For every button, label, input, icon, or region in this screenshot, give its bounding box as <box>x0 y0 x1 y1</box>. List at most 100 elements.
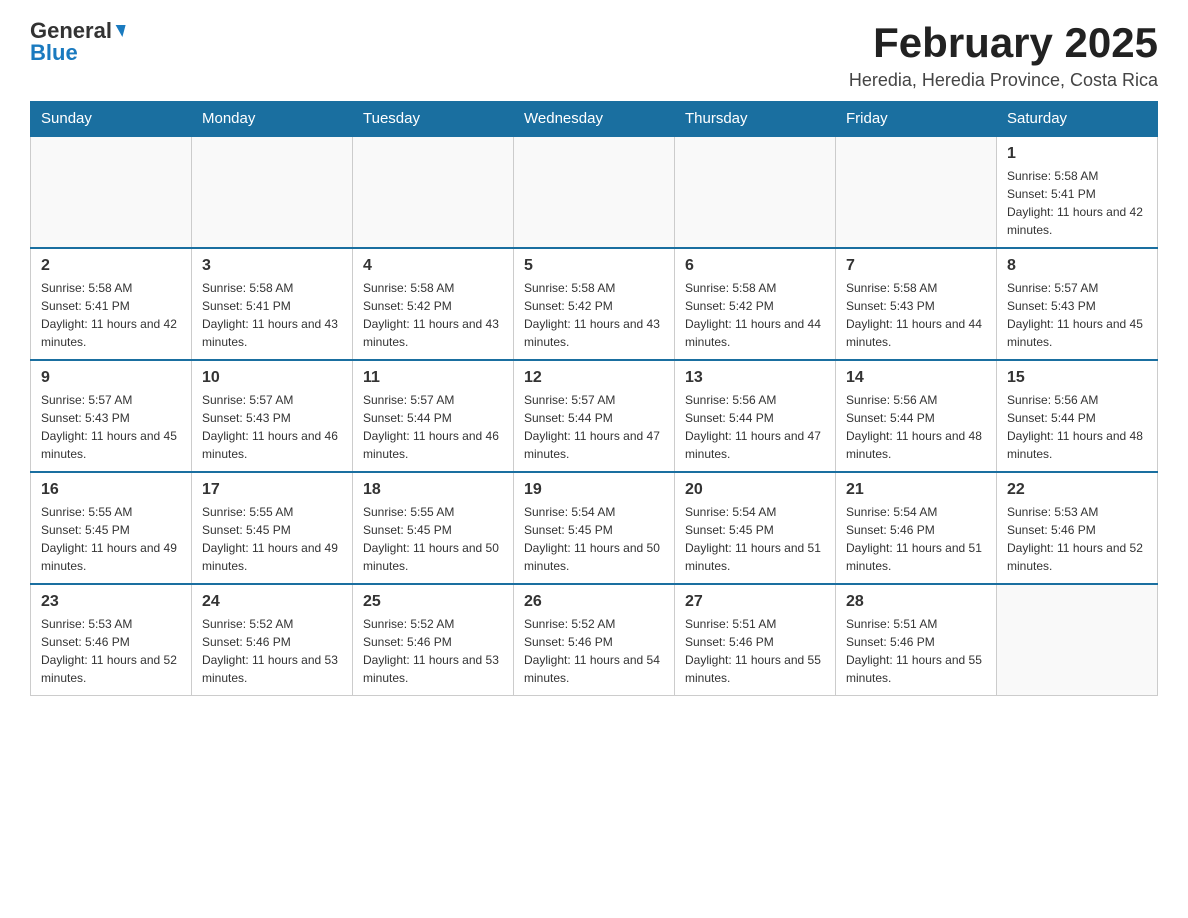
calendar-cell <box>31 136 192 248</box>
day-info: Sunrise: 5:57 AM Sunset: 5:43 PM Dayligh… <box>41 391 181 463</box>
calendar-cell: 12 Sunrise: 5:57 AM Sunset: 5:44 PM Dayli… <box>514 360 675 472</box>
day-number: 24 <box>202 593 342 611</box>
weekday-header-thursday: Thursday <box>675 102 836 137</box>
calendar-cell: 14Sunrise: 5:56 AM Sunset: 5:44 PM Dayli… <box>836 360 997 472</box>
weekday-header-row: SundayMondayTuesdayWednesdayThursdayFrid… <box>31 102 1158 137</box>
calendar-cell: 19 Sunrise: 5:54 AM Sunset: 5:45 PM Dayli… <box>514 472 675 584</box>
calendar-cell: 18Sunrise: 5:55 AM Sunset: 5:45 PM Dayli… <box>353 472 514 584</box>
day-number: 6 <box>685 257 825 275</box>
day-number: 15 <box>1007 369 1147 387</box>
day-number: 4 <box>363 257 503 275</box>
week-row-1: 1 Sunrise: 5:58 AM Sunset: 5:41 PM Daylig… <box>31 136 1158 248</box>
day-info: Sunrise: 5:52 AM Sunset: 5:46 PM Dayligh… <box>524 615 664 687</box>
calendar-cell <box>997 584 1158 696</box>
weekday-header-tuesday: Tuesday <box>353 102 514 137</box>
day-number: 21 <box>846 481 986 499</box>
weekday-header-sunday: Sunday <box>31 102 192 137</box>
day-info: Sunrise: 5:54 AM Sunset: 5:45 PM Dayligh… <box>685 503 825 575</box>
calendar-cell: 11 Sunrise: 5:57 AM Sunset: 5:44 PM Dayli… <box>353 360 514 472</box>
day-info: Sunrise: 5:53 AM Sunset: 5:46 PM Dayligh… <box>1007 503 1147 575</box>
calendar-table: SundayMondayTuesdayWednesdayThursdayFrid… <box>30 101 1158 696</box>
day-number: 17 <box>202 481 342 499</box>
weekday-header-saturday: Saturday <box>997 102 1158 137</box>
day-number: 2 <box>41 257 181 275</box>
location-title: Heredia, Heredia Province, Costa Rica <box>849 70 1158 91</box>
day-number: 18 <box>363 481 503 499</box>
day-number: 25 <box>363 593 503 611</box>
calendar-cell: 5 Sunrise: 5:58 AM Sunset: 5:42 PM Daylig… <box>514 248 675 360</box>
title-section: February 2025 Heredia, Heredia Province,… <box>849 20 1158 91</box>
day-number: 5 <box>524 257 664 275</box>
day-info: Sunrise: 5:58 AM Sunset: 5:43 PM Dayligh… <box>846 279 986 351</box>
day-number: 10 <box>202 369 342 387</box>
calendar-cell: 10Sunrise: 5:57 AM Sunset: 5:43 PM Dayli… <box>192 360 353 472</box>
calendar-cell: 7 Sunrise: 5:58 AM Sunset: 5:43 PM Daylig… <box>836 248 997 360</box>
day-number: 7 <box>846 257 986 275</box>
day-info: Sunrise: 5:58 AM Sunset: 5:42 PM Dayligh… <box>524 279 664 351</box>
calendar-cell: 16Sunrise: 5:55 AM Sunset: 5:45 PM Dayli… <box>31 472 192 584</box>
day-info: Sunrise: 5:51 AM Sunset: 5:46 PM Dayligh… <box>685 615 825 687</box>
day-number: 1 <box>1007 145 1147 163</box>
weekday-header-wednesday: Wednesday <box>514 102 675 137</box>
calendar-cell: 13 Sunrise: 5:56 AM Sunset: 5:44 PM Dayli… <box>675 360 836 472</box>
calendar-cell: 17 Sunrise: 5:55 AM Sunset: 5:45 PM Dayli… <box>192 472 353 584</box>
day-number: 3 <box>202 257 342 275</box>
day-number: 13 <box>685 369 825 387</box>
day-info: Sunrise: 5:55 AM Sunset: 5:45 PM Dayligh… <box>202 503 342 575</box>
day-info: Sunrise: 5:58 AM Sunset: 5:41 PM Dayligh… <box>1007 167 1147 239</box>
calendar-cell: 1 Sunrise: 5:58 AM Sunset: 5:41 PM Daylig… <box>997 136 1158 248</box>
calendar-cell: 21Sunrise: 5:54 AM Sunset: 5:46 PM Dayli… <box>836 472 997 584</box>
calendar-cell: 9 Sunrise: 5:57 AM Sunset: 5:43 PM Daylig… <box>31 360 192 472</box>
logo-arrow-icon <box>112 25 125 37</box>
month-title: February 2025 <box>849 20 1158 66</box>
day-number: 8 <box>1007 257 1147 275</box>
day-info: Sunrise: 5:57 AM Sunset: 5:44 PM Dayligh… <box>524 391 664 463</box>
day-info: Sunrise: 5:58 AM Sunset: 5:41 PM Dayligh… <box>202 279 342 351</box>
day-info: Sunrise: 5:54 AM Sunset: 5:45 PM Dayligh… <box>524 503 664 575</box>
calendar-cell: 23Sunrise: 5:53 AM Sunset: 5:46 PM Dayli… <box>31 584 192 696</box>
logo-general-text: General <box>30 20 112 42</box>
day-number: 9 <box>41 369 181 387</box>
calendar-cell: 3 Sunrise: 5:58 AM Sunset: 5:41 PM Daylig… <box>192 248 353 360</box>
day-info: Sunrise: 5:52 AM Sunset: 5:46 PM Dayligh… <box>363 615 503 687</box>
calendar-cell: 15 Sunrise: 5:56 AM Sunset: 5:44 PM Dayli… <box>997 360 1158 472</box>
day-number: 20 <box>685 481 825 499</box>
day-number: 16 <box>41 481 181 499</box>
calendar-cell: 2 Sunrise: 5:58 AM Sunset: 5:41 PM Daylig… <box>31 248 192 360</box>
day-info: Sunrise: 5:56 AM Sunset: 5:44 PM Dayligh… <box>1007 391 1147 463</box>
calendar-cell: 25 Sunrise: 5:52 AM Sunset: 5:46 PM Dayli… <box>353 584 514 696</box>
day-info: Sunrise: 5:58 AM Sunset: 5:41 PM Dayligh… <box>41 279 181 351</box>
day-number: 11 <box>363 369 503 387</box>
calendar-cell: 27 Sunrise: 5:51 AM Sunset: 5:46 PM Dayli… <box>675 584 836 696</box>
day-info: Sunrise: 5:51 AM Sunset: 5:46 PM Dayligh… <box>846 615 986 687</box>
calendar-cell: 26 Sunrise: 5:52 AM Sunset: 5:46 PM Dayli… <box>514 584 675 696</box>
calendar-cell: 8 Sunrise: 5:57 AM Sunset: 5:43 PM Daylig… <box>997 248 1158 360</box>
week-row-5: 23Sunrise: 5:53 AM Sunset: 5:46 PM Dayli… <box>31 584 1158 696</box>
calendar-cell: 22 Sunrise: 5:53 AM Sunset: 5:46 PM Dayli… <box>997 472 1158 584</box>
logo-blue-text: Blue <box>30 42 78 64</box>
day-info: Sunrise: 5:56 AM Sunset: 5:44 PM Dayligh… <box>685 391 825 463</box>
day-number: 22 <box>1007 481 1147 499</box>
day-info: Sunrise: 5:58 AM Sunset: 5:42 PM Dayligh… <box>363 279 503 351</box>
day-info: Sunrise: 5:57 AM Sunset: 5:43 PM Dayligh… <box>1007 279 1147 351</box>
calendar-cell: 20 Sunrise: 5:54 AM Sunset: 5:45 PM Dayli… <box>675 472 836 584</box>
day-info: Sunrise: 5:52 AM Sunset: 5:46 PM Dayligh… <box>202 615 342 687</box>
calendar-cell: 28 Sunrise: 5:51 AM Sunset: 5:46 PM Dayli… <box>836 584 997 696</box>
day-number: 26 <box>524 593 664 611</box>
calendar-cell: 24 Sunrise: 5:52 AM Sunset: 5:46 PM Dayli… <box>192 584 353 696</box>
calendar-cell <box>675 136 836 248</box>
day-number: 23 <box>41 593 181 611</box>
weekday-header-monday: Monday <box>192 102 353 137</box>
calendar-cell <box>514 136 675 248</box>
calendar-cell: 4 Sunrise: 5:58 AM Sunset: 5:42 PM Daylig… <box>353 248 514 360</box>
day-number: 27 <box>685 593 825 611</box>
weekday-header-friday: Friday <box>836 102 997 137</box>
day-number: 28 <box>846 593 986 611</box>
calendar-cell: 6Sunrise: 5:58 AM Sunset: 5:42 PM Daylig… <box>675 248 836 360</box>
calendar-cell <box>192 136 353 248</box>
day-number: 19 <box>524 481 664 499</box>
day-info: Sunrise: 5:57 AM Sunset: 5:44 PM Dayligh… <box>363 391 503 463</box>
day-number: 14 <box>846 369 986 387</box>
week-row-3: 9 Sunrise: 5:57 AM Sunset: 5:43 PM Daylig… <box>31 360 1158 472</box>
day-number: 12 <box>524 369 664 387</box>
